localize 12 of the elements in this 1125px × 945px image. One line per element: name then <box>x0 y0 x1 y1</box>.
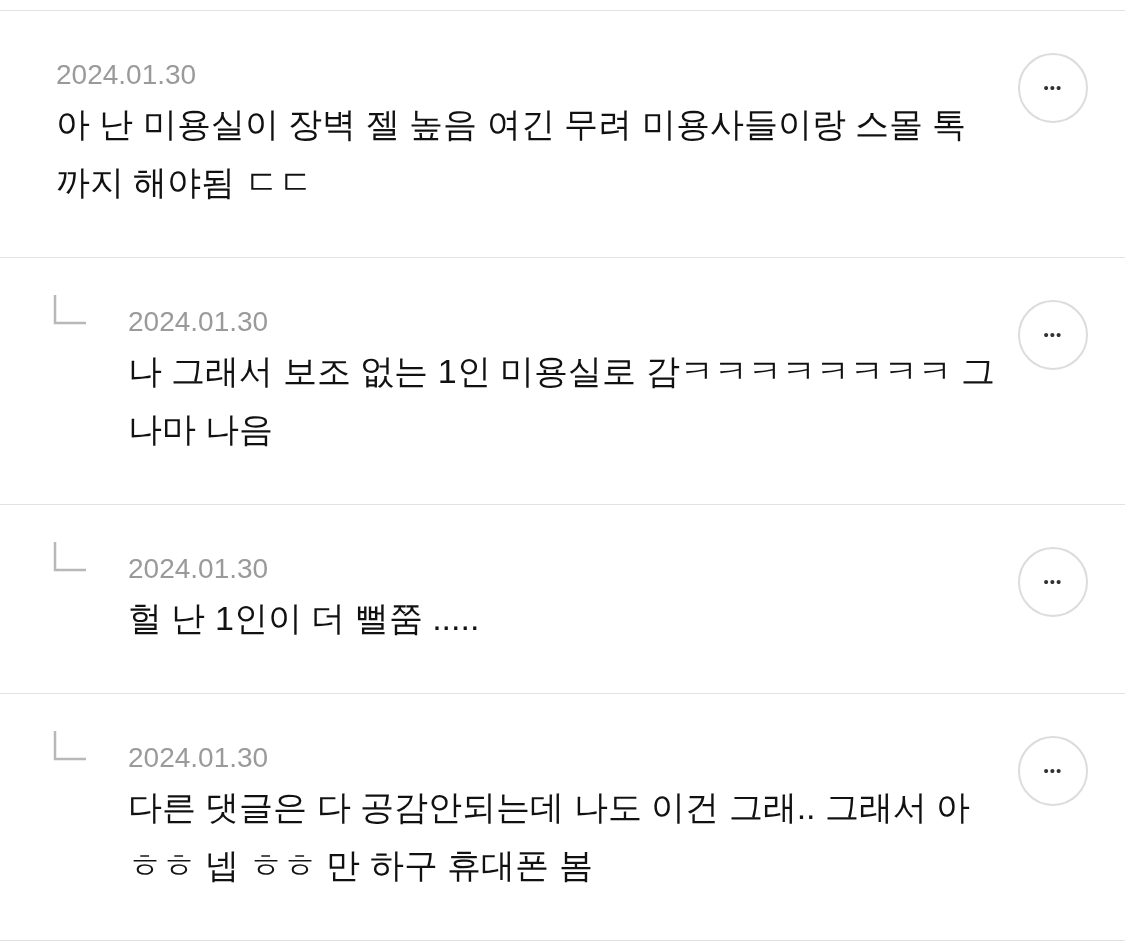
comment-text: 헐 난 1인이 더 뻘쭘 ..... <box>128 598 481 639</box>
comment-date: 2024.01.30 <box>56 58 198 92</box>
comment-date: 2024.01.30 <box>128 305 270 339</box>
comment-text: 아 난 미용실이 장벽 젤 높음 여긴 무려 미용사들이랑 스몰 톡까지 해야됨 ㄷㄷ <box>56 104 968 203</box>
more-button[interactable]: ••• <box>1018 547 1088 617</box>
comment-text: 나 그래서 보조 없는 1인 미용실로 감ㅋㅋㅋㅋㅋㅋㅋㅋ 그나마 나음 <box>128 351 997 450</box>
more-button[interactable]: ••• <box>1018 736 1088 806</box>
comment-text: 다른 댓글은 다 공감안되는데 나도 이건 그래.. 그래서 아 ㅎㅎ 넵 ㅎㅎ 만 하구 휴대폰 봄 <box>128 787 972 886</box>
comment-date: 2024.01.30 <box>128 741 270 775</box>
more-button[interactable]: ••• <box>1018 300 1088 370</box>
comment-date: 2024.01.30 <box>128 552 270 586</box>
more-button[interactable]: ••• <box>1018 53 1088 123</box>
